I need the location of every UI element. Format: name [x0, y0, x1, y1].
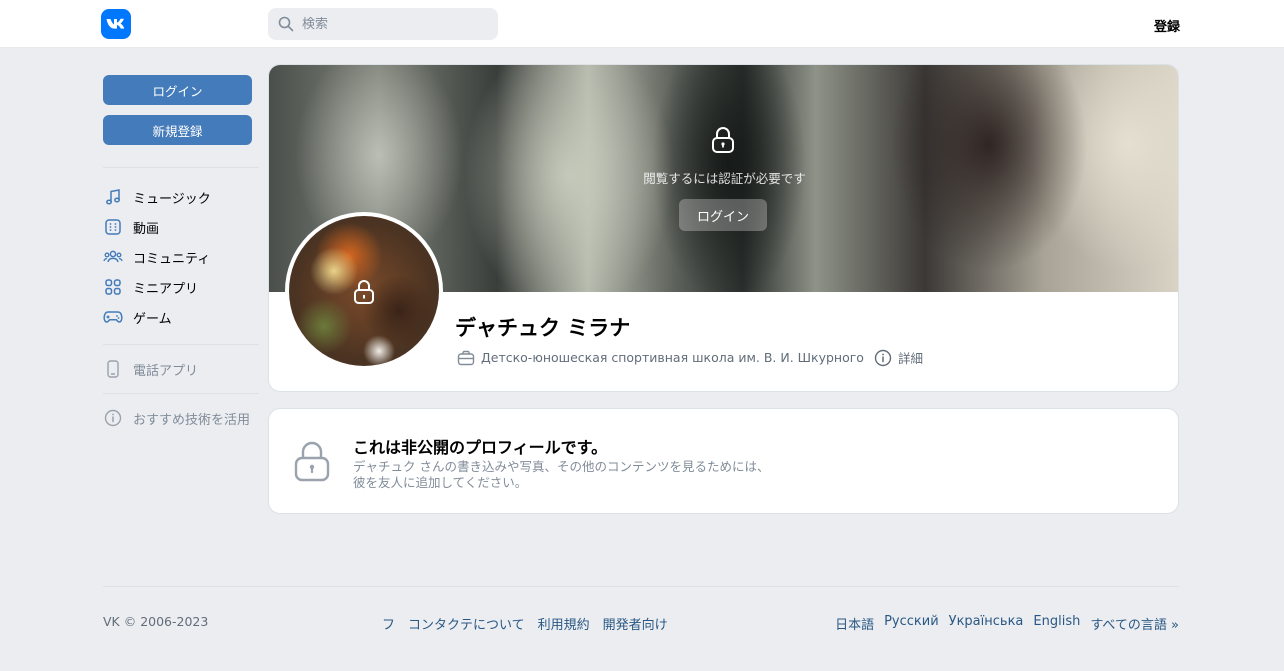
footer-link-terms[interactable]: 利用規約 — [538, 614, 590, 633]
sidebar-item-label: ゲーム — [133, 311, 172, 327]
info-icon[interactable] — [874, 349, 892, 367]
language-ukrainian[interactable]: Українська — [949, 614, 1024, 633]
footer-link-developers[interactable]: 開発者向け — [603, 614, 668, 633]
footer-link-about[interactable]: コンタクテについて — [408, 614, 525, 633]
profile-name: デャチュク ミラナ — [455, 316, 631, 340]
language-japanese[interactable]: 日本語 — [835, 614, 874, 633]
gamepad-icon — [103, 307, 123, 327]
search-input[interactable] — [302, 16, 492, 32]
sidebar-item-music[interactable]: ミュージック — [103, 185, 259, 209]
signup-button[interactable]: 新規登録 — [103, 115, 252, 145]
info-icon — [103, 408, 123, 428]
lock-icon — [354, 280, 374, 304]
sidebar-divider — [103, 344, 259, 345]
private-notice-description: デャチュク さんの書き込みや写真、その他のコンテンツを見るためには、彼を友人に追… — [353, 459, 770, 490]
sidebar-divider — [103, 393, 259, 394]
private-profile-notice: これは非公開のプロフィールです。 デャチュク さんの書き込みや写真、その他のコン… — [268, 408, 1179, 514]
search-icon — [278, 16, 294, 32]
footer-languages: 日本語 Русский Українська English すべての言語 » — [835, 614, 1179, 633]
avatar-image — [289, 216, 439, 366]
sidebar-item-games[interactable]: ゲーム — [103, 305, 259, 329]
all-languages-link[interactable]: すべての言語 » — [1090, 614, 1179, 633]
sidebar-item-phone-app[interactable]: 電話アプリ — [103, 357, 259, 381]
footer-links: フ コンタクテについて 利用規約 開発者向け — [382, 614, 668, 633]
sidebar-item-label: コミュニティ — [133, 251, 211, 267]
community-icon — [103, 247, 123, 267]
private-notice-title: これは非公開のプロフィールです。 — [353, 438, 608, 457]
sidebar-item-recommendations[interactable]: おすすめ技術を活用 — [103, 406, 259, 430]
profile-card: 閲覧するには認証が必要です ログイン デャチュク ミラナ Детско-юнош… — [268, 64, 1179, 392]
sidebar-item-mini-apps[interactable]: ミニアプリ — [103, 275, 259, 299]
sidebar-item-label: ミュージック — [133, 191, 211, 207]
footer-divider — [103, 586, 1179, 587]
sidebar-item-label: おすすめ技術を活用 — [133, 412, 251, 428]
top-bar: 登録 — [0, 0, 1284, 48]
sidebar-item-label: 電話アプリ — [133, 363, 199, 379]
sidebar-item-label: 動画 — [133, 221, 160, 237]
login-button[interactable]: ログイン — [103, 75, 252, 105]
register-link[interactable]: 登録 — [1154, 16, 1180, 35]
sidebar-item-label: ミニアプリ — [133, 281, 199, 297]
avatar[interactable] — [285, 212, 443, 370]
footer-copyright: VK © 2006-2023 — [103, 614, 209, 629]
sidebar-divider — [103, 167, 259, 168]
profile-info: Детско-юношеская спортивная школа им. В.… — [457, 348, 923, 367]
footer-link[interactable]: フ — [382, 614, 395, 633]
auth-required-text: 閲覧するには認証が必要です — [643, 171, 806, 186]
lock-icon — [712, 127, 734, 153]
phone-icon — [103, 359, 123, 379]
language-english[interactable]: English — [1033, 614, 1080, 633]
workplace-text: Детско-юношеская спортивная школа им. В.… — [481, 350, 864, 365]
video-icon — [103, 217, 123, 237]
briefcase-icon — [457, 349, 475, 367]
cover-login-button[interactable]: ログイン — [679, 199, 767, 231]
language-russian[interactable]: Русский — [884, 614, 939, 633]
vk-logo-icon[interactable] — [101, 9, 131, 39]
mini-apps-icon — [103, 277, 123, 297]
music-icon — [103, 187, 123, 207]
details-link[interactable]: 詳細 — [898, 348, 923, 367]
lock-icon — [294, 441, 330, 482]
sidebar-item-video[interactable]: 動画 — [103, 215, 259, 239]
sidebar-item-community[interactable]: コミュニティ — [103, 245, 259, 269]
search-box[interactable] — [268, 8, 498, 40]
